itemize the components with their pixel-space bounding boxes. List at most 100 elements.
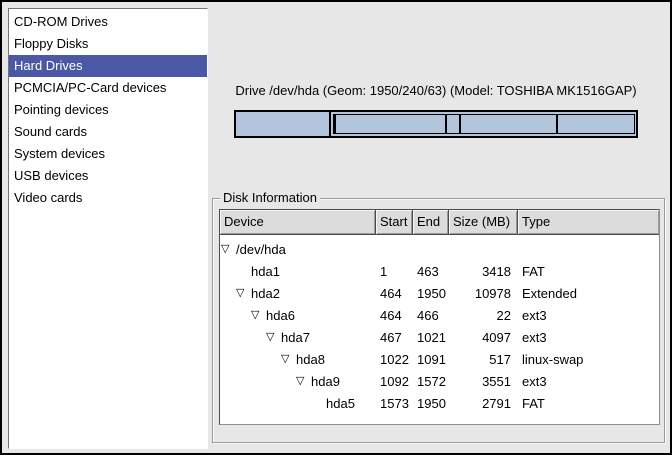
partition-table: Device Start End Size (MB) Type ▽ /dev/h…: [219, 209, 660, 425]
column-header-device[interactable]: Device: [220, 210, 376, 235]
table-row-hda5[interactable]: hda5 1573 1950 2791 FAT: [220, 392, 659, 414]
sidebar-item-label: PCMCIA/PC-Card devices: [14, 80, 166, 95]
sidebar-item-video-cards[interactable]: Video cards: [9, 187, 207, 209]
device-label: hda1: [251, 264, 280, 279]
sidebar-item-label: Video cards: [14, 190, 82, 205]
cell-start: 464: [376, 286, 413, 301]
cell-device: ▽ /dev/hda: [220, 242, 376, 257]
cell-type: ext3: [518, 308, 659, 323]
partition-segment-hda8: [447, 115, 461, 133]
column-header-size-mb-[interactable]: Size (MB): [449, 210, 518, 235]
device-label: hda5: [326, 396, 355, 411]
column-header-end[interactable]: End: [413, 210, 449, 235]
device-label: hda8: [296, 352, 325, 367]
sidebar-item-label: Sound cards: [14, 124, 87, 139]
sidebar-item-label: Hard Drives: [14, 58, 83, 73]
partition-segment-hda1: [236, 112, 331, 136]
partition-table-body: ▽ /dev/hda hda1 1 463 3418 FAT ▽ hda2 46…: [220, 235, 659, 414]
partition-segment-hda5: [558, 115, 634, 133]
cell-size: 517: [449, 352, 518, 367]
device-label: hda7: [281, 330, 310, 345]
disk-information-title: Disk Information: [220, 190, 320, 206]
cell-device: ▽ hda9: [220, 374, 376, 389]
sidebar-item-pcmcia-pc-card-devices[interactable]: PCMCIA/PC-Card devices: [9, 77, 207, 99]
tree-indent: [220, 337, 266, 338]
disk-information-groupbox: Disk Information Device Start End Size (…: [212, 198, 665, 443]
cell-start: 467: [376, 330, 413, 345]
cell-start: 1092: [376, 374, 413, 389]
table-row--dev-hda[interactable]: ▽ /dev/hda: [220, 238, 659, 260]
sidebar-item-label: System devices: [14, 146, 105, 161]
sidebar-item-label: Pointing devices: [14, 102, 109, 117]
tree-indent: [220, 293, 236, 294]
cell-start: 464: [376, 308, 413, 323]
device-label: /dev/hda: [236, 242, 286, 257]
cell-type: Extended: [518, 286, 659, 301]
sidebar-item-sound-cards[interactable]: Sound cards: [9, 121, 207, 143]
sidebar-item-system-devices[interactable]: System devices: [9, 143, 207, 165]
tree-indent: [220, 271, 236, 272]
expander-triangle-icon[interactable]: ▽: [221, 242, 236, 257]
cell-type: linux-swap: [518, 352, 659, 367]
cell-end: 1021: [413, 330, 449, 345]
partition-bar: [234, 110, 638, 138]
table-row-hda7[interactable]: ▽ hda7 467 1021 4097 ext3: [220, 326, 659, 348]
cell-device: hda5: [220, 396, 376, 411]
sidebar-item-cd-rom-drives[interactable]: CD-ROM Drives: [9, 11, 207, 33]
cell-start: 1: [376, 264, 413, 279]
cell-size: 22: [449, 308, 518, 323]
cell-size: 3418: [449, 264, 518, 279]
cell-end: 1572: [413, 374, 449, 389]
cell-start: 1573: [376, 396, 413, 411]
cell-type: FAT: [518, 264, 659, 279]
cell-device: ▽ hda2: [220, 286, 376, 301]
sidebar-item-label: CD-ROM Drives: [14, 14, 108, 29]
drive-title: Drive /dev/hda (Geom: 1950/240/63) (Mode…: [234, 83, 638, 98]
cell-size: 4097: [449, 330, 518, 345]
expander-triangle-icon[interactable]: ▽: [236, 286, 251, 301]
cell-start: 1022: [376, 352, 413, 367]
column-header-start[interactable]: Start: [376, 210, 413, 235]
tree-indent: [220, 315, 251, 316]
hardware-browser-window: CD-ROM Drives Floppy Disks Hard Drives P…: [0, 0, 672, 455]
sidebar-item-pointing-devices[interactable]: Pointing devices: [9, 99, 207, 121]
cell-device: ▽ hda6: [220, 308, 376, 323]
table-row-hda2[interactable]: ▽ hda2 464 1950 10978 Extended: [220, 282, 659, 304]
tree-indent: [220, 403, 311, 404]
partition-segment-hda9: [461, 115, 558, 133]
sidebar-item-hard-drives[interactable]: Hard Drives: [9, 55, 207, 77]
expander-triangle-icon[interactable]: ▽: [266, 330, 281, 345]
device-label: hda2: [251, 286, 280, 301]
partition-segment-hda2-extended: [333, 114, 635, 134]
sidebar-item-floppy-disks[interactable]: Floppy Disks: [9, 33, 207, 55]
expander-triangle-icon[interactable]: ▽: [251, 308, 266, 323]
column-header-type[interactable]: Type: [518, 210, 659, 235]
device-label: hda6: [266, 308, 295, 323]
table-row-hda1[interactable]: hda1 1 463 3418 FAT: [220, 260, 659, 282]
cell-end: 466: [413, 308, 449, 323]
cell-type: ext3: [518, 374, 659, 389]
expander-triangle-icon[interactable]: ▽: [296, 374, 311, 389]
table-row-hda8[interactable]: ▽ hda8 1022 1091 517 linux-swap: [220, 348, 659, 370]
cell-device: hda1: [220, 264, 376, 279]
table-row-hda9[interactable]: ▽ hda9 1092 1572 3551 ext3: [220, 370, 659, 392]
cell-size: 2791: [449, 396, 518, 411]
sidebar-item-usb-devices[interactable]: USB devices: [9, 165, 207, 187]
table-row-hda6[interactable]: ▽ hda6 464 466 22 ext3: [220, 304, 659, 326]
cell-size: 3551: [449, 374, 518, 389]
cell-type: ext3: [518, 330, 659, 345]
tree-indent: [220, 381, 296, 382]
cell-device: ▽ hda8: [220, 352, 376, 367]
cell-size: 10978: [449, 286, 518, 301]
sidebar-item-label: USB devices: [14, 168, 88, 183]
partition-segment-hda7: [336, 115, 447, 133]
device-label: hda9: [311, 374, 340, 389]
cell-device: ▽ hda7: [220, 330, 376, 345]
partition-table-header: Device Start End Size (MB) Type: [220, 210, 659, 235]
cell-end: 1950: [413, 396, 449, 411]
tree-indent: [220, 359, 281, 360]
cell-end: 1091: [413, 352, 449, 367]
expander-triangle-icon[interactable]: ▽: [281, 352, 296, 367]
cell-end: 463: [413, 264, 449, 279]
sidebar-item-label: Floppy Disks: [14, 36, 88, 51]
